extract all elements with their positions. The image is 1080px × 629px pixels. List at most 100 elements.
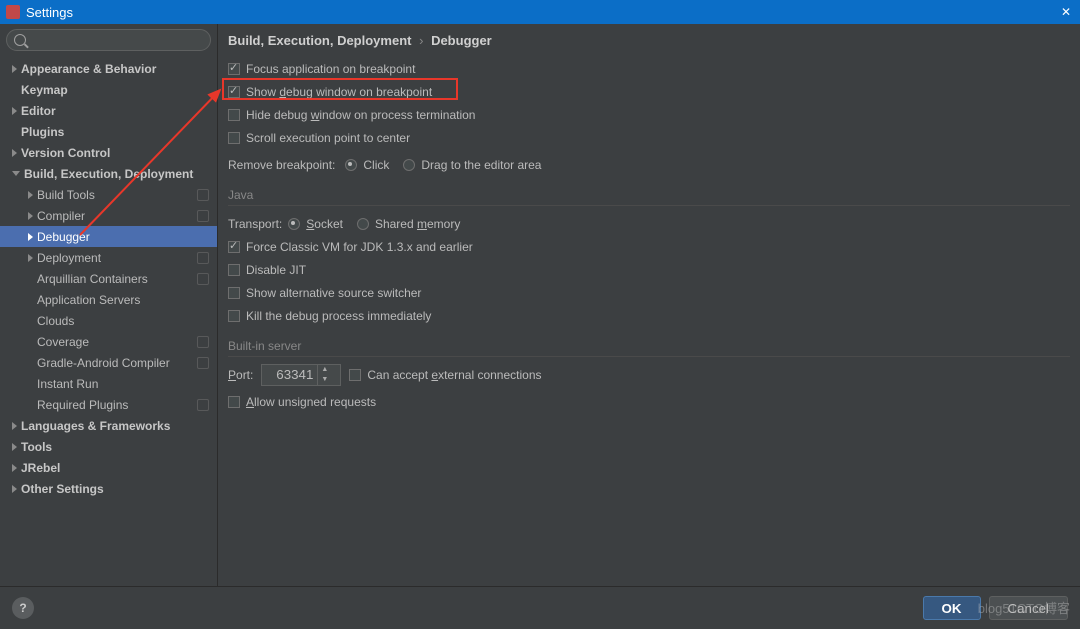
tree-item[interactable]: Arquillian Containers bbox=[0, 268, 217, 289]
tree-item[interactable]: Build Tools bbox=[0, 184, 217, 205]
allow-unsigned-checkbox[interactable] bbox=[228, 396, 240, 408]
force-classic-checkbox[interactable] bbox=[228, 241, 240, 253]
ok-button[interactable]: OK bbox=[923, 596, 981, 620]
tree-item[interactable]: Required Plugins bbox=[0, 394, 217, 415]
project-scope-icon bbox=[197, 399, 209, 411]
port-label: Port: bbox=[228, 368, 253, 382]
can-accept-checkbox[interactable] bbox=[349, 369, 361, 381]
search-input[interactable] bbox=[6, 29, 211, 51]
tree-item[interactable]: Application Servers bbox=[0, 289, 217, 310]
tree-item-label: Clouds bbox=[37, 314, 209, 328]
cancel-button[interactable]: Cancel bbox=[989, 596, 1069, 620]
titlebar: Settings ✕ bbox=[0, 0, 1080, 24]
breadcrumb-leaf: Debugger bbox=[431, 33, 492, 48]
tree-item-label: Debugger bbox=[37, 230, 209, 244]
breadcrumb-root: Build, Execution, Deployment bbox=[228, 33, 411, 48]
tree-item-label: JRebel bbox=[21, 461, 209, 475]
tree-item-label: Languages & Frameworks bbox=[21, 419, 209, 433]
allow-unsigned-label: Allow unsigned requests bbox=[246, 395, 376, 409]
tree-item[interactable]: Plugins bbox=[0, 121, 217, 142]
tree-item[interactable]: JRebel bbox=[0, 457, 217, 478]
tree-item-label: Other Settings bbox=[21, 482, 209, 496]
alt-switcher-checkbox[interactable] bbox=[228, 287, 240, 299]
tree-item-label: Application Servers bbox=[37, 293, 209, 307]
tree-item-label: Plugins bbox=[21, 125, 209, 139]
can-accept-label: Can accept external connections bbox=[367, 368, 541, 382]
disable-jit-checkbox[interactable] bbox=[228, 264, 240, 276]
transport-shared-radio[interactable] bbox=[357, 218, 369, 230]
focus-app-checkbox[interactable] bbox=[228, 63, 240, 75]
tree-item-label: Editor bbox=[21, 104, 209, 118]
settings-tree: Appearance & Behavior Keymap Editor Plugins… bbox=[0, 56, 217, 586]
tree-arrow-icon bbox=[12, 485, 17, 493]
tree-item[interactable]: Compiler bbox=[0, 205, 217, 226]
tree-item-label: Deployment bbox=[37, 251, 193, 265]
spinner-down-icon[interactable]: ▼ bbox=[318, 375, 331, 385]
tree-item-label: Version Control bbox=[21, 146, 209, 160]
tree-item[interactable]: Languages & Frameworks bbox=[0, 415, 217, 436]
port-spinner[interactable]: ▲▼ bbox=[261, 364, 341, 386]
project-scope-icon bbox=[197, 357, 209, 369]
tree-item-label: Compiler bbox=[37, 209, 193, 223]
tree-arrow-icon bbox=[12, 149, 17, 157]
tree-arrow-icon bbox=[12, 171, 20, 176]
tree-item[interactable]: Clouds bbox=[0, 310, 217, 331]
tree-item-label: Coverage bbox=[37, 335, 193, 349]
breadcrumb-separator: › bbox=[419, 33, 423, 48]
tree-item[interactable]: Build, Execution, Deployment bbox=[0, 163, 217, 184]
remove-bp-label: Remove breakpoint: bbox=[228, 158, 335, 172]
remove-bp-drag-radio[interactable] bbox=[403, 159, 415, 171]
tree-item[interactable]: Keymap bbox=[0, 79, 217, 100]
disable-jit-label: Disable JIT bbox=[246, 263, 306, 277]
show-debug-checkbox[interactable] bbox=[228, 86, 240, 98]
project-scope-icon bbox=[197, 273, 209, 285]
project-scope-icon bbox=[197, 252, 209, 264]
app-icon bbox=[6, 5, 20, 19]
transport-socket-radio[interactable] bbox=[288, 218, 300, 230]
search-icon bbox=[14, 34, 26, 46]
focus-app-label: Focus application on breakpoint bbox=[246, 62, 415, 76]
help-button[interactable]: ? bbox=[12, 597, 34, 619]
tree-item[interactable]: Debugger bbox=[0, 226, 217, 247]
tree-item[interactable]: Appearance & Behavior bbox=[0, 58, 217, 79]
breadcrumb: Build, Execution, Deployment › Debugger bbox=[218, 24, 1080, 57]
tree-arrow-icon bbox=[12, 443, 17, 451]
transport-shared-label: Shared memory bbox=[375, 217, 460, 231]
transport-label: Transport: bbox=[228, 217, 282, 231]
force-classic-label: Force Classic VM for JDK 1.3.x and earli… bbox=[246, 240, 473, 254]
tree-arrow-icon bbox=[28, 254, 33, 262]
sidebar: Appearance & Behavior Keymap Editor Plugins… bbox=[0, 24, 218, 586]
tree-item[interactable]: Instant Run bbox=[0, 373, 217, 394]
remove-bp-click-radio[interactable] bbox=[345, 159, 357, 171]
scroll-center-checkbox[interactable] bbox=[228, 132, 240, 144]
tree-item[interactable]: Editor bbox=[0, 100, 217, 121]
content-panel: Build, Execution, Deployment › Debugger … bbox=[218, 24, 1080, 586]
java-section-label: Java bbox=[228, 188, 1070, 206]
scroll-center-label: Scroll execution point to center bbox=[246, 131, 410, 145]
tree-item[interactable]: Coverage bbox=[0, 331, 217, 352]
tree-item[interactable]: Other Settings bbox=[0, 478, 217, 499]
tree-item-label: Build Tools bbox=[37, 188, 193, 202]
builtin-section-label: Built-in server bbox=[228, 339, 1070, 357]
project-scope-icon bbox=[197, 189, 209, 201]
hide-debug-checkbox[interactable] bbox=[228, 109, 240, 121]
kill-immediately-checkbox[interactable] bbox=[228, 310, 240, 322]
remove-bp-drag-label: Drag to the editor area bbox=[421, 158, 541, 172]
tree-item[interactable]: Tools bbox=[0, 436, 217, 457]
show-debug-label: Show debug window on breakpoint bbox=[246, 85, 432, 99]
tree-arrow-icon bbox=[12, 422, 17, 430]
tree-item[interactable]: Gradle-Android Compiler bbox=[0, 352, 217, 373]
dialog-footer: ? OK Cancel bbox=[0, 586, 1080, 629]
tree-arrow-icon bbox=[12, 107, 17, 115]
tree-item-label: Gradle-Android Compiler bbox=[37, 356, 193, 370]
tree-item[interactable]: Deployment bbox=[0, 247, 217, 268]
tree-item-label: Appearance & Behavior bbox=[21, 62, 209, 76]
tree-item-label: Required Plugins bbox=[37, 398, 193, 412]
tree-arrow-icon bbox=[12, 65, 17, 73]
tree-item-label: Build, Execution, Deployment bbox=[24, 167, 209, 181]
spinner-up-icon[interactable]: ▲ bbox=[318, 365, 331, 375]
close-icon[interactable]: ✕ bbox=[1058, 5, 1074, 19]
port-input[interactable] bbox=[262, 367, 317, 382]
project-scope-icon bbox=[197, 210, 209, 222]
tree-item[interactable]: Version Control bbox=[0, 142, 217, 163]
